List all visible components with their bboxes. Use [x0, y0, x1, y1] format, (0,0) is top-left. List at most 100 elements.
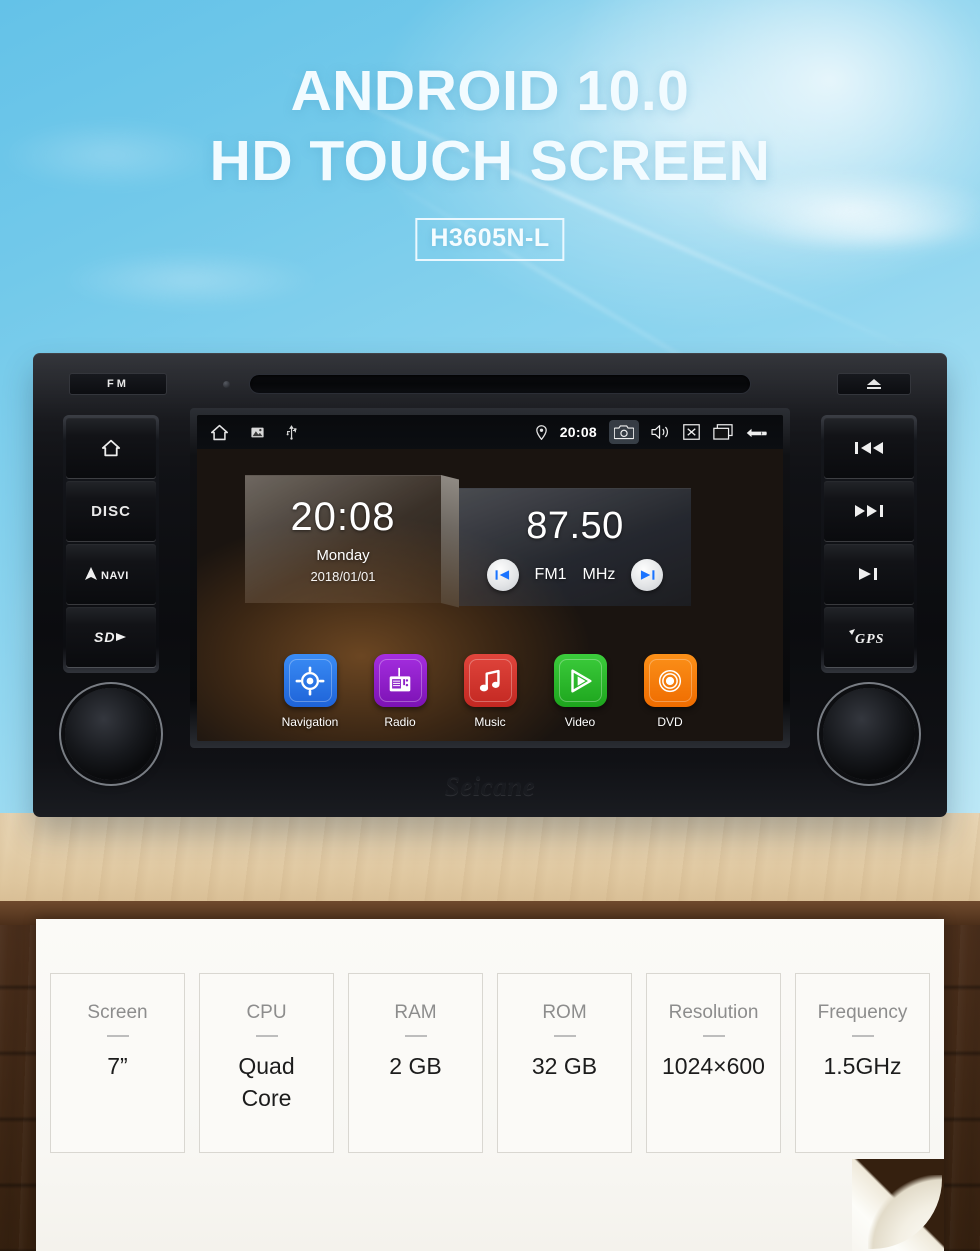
svg-text:NAVI: NAVI	[101, 570, 129, 582]
radio-next-button[interactable]	[631, 558, 664, 591]
spec-label: CPU	[246, 1002, 287, 1023]
navigation-app-icon[interactable]	[283, 654, 337, 707]
app-label: DVD	[657, 715, 683, 729]
radio-prev-button[interactable]	[486, 558, 519, 591]
music-app-icon[interactable]	[463, 654, 517, 707]
spec-card-resolution: Resolution 1024×600	[646, 973, 781, 1153]
screen-bezel: 20:08 20:08 Monday 2018/01/01 87.50 FM1 …	[190, 408, 790, 748]
brand-logo: Seicane	[444, 771, 536, 801]
spec-divider	[851, 1035, 874, 1037]
android-status-bar: 20:08	[197, 415, 783, 449]
home-icon	[101, 439, 121, 457]
spec-value: 7”	[107, 1053, 128, 1079]
spec-label: RAM	[394, 1002, 437, 1023]
clock-widget-side-face	[441, 475, 459, 608]
microphone-icon	[223, 381, 230, 388]
clock-date: 2018/01/01	[310, 569, 376, 584]
app-dvd[interactable]: DVD	[637, 654, 703, 729]
dvd-disc-icon	[658, 669, 682, 692]
app-radio[interactable]: Radio	[367, 654, 433, 729]
play-pause-button[interactable]	[824, 544, 914, 604]
spec-value: 2 GB	[389, 1053, 442, 1079]
spec-value: 32 GB	[531, 1053, 598, 1079]
close-icon[interactable]	[683, 424, 700, 440]
car-head-unit: FM DISC NAVI SD GPS 20:08 20:08 Monday 2…	[33, 353, 947, 817]
previous-track-button[interactable]	[824, 418, 914, 478]
app-label: Video	[564, 715, 596, 729]
spec-label: Resolution	[668, 1002, 759, 1023]
radio-widget[interactable]: 87.50 FM1 MHz	[459, 488, 691, 606]
android-screen[interactable]: 20:08 20:08 Monday 2018/01/01 87.50 FM1 …	[197, 415, 783, 741]
eject-button[interactable]	[837, 373, 911, 395]
svg-text:SD: SD	[94, 629, 115, 645]
hero-headline: ANDROID 10.0 HD TOUCH SCREEN	[0, 56, 980, 196]
music-note-icon	[479, 669, 500, 691]
spec-divider	[702, 1035, 725, 1037]
spec-divider	[255, 1035, 278, 1037]
play-pause-icon	[859, 568, 877, 580]
next-track-button[interactable]	[824, 481, 914, 541]
skip-next-icon	[640, 569, 655, 580]
location-pin-icon	[535, 424, 547, 440]
model-badge: H3605N-L	[415, 218, 565, 261]
home-hardware-button[interactable]	[66, 418, 156, 478]
spec-label: Screen	[87, 1002, 148, 1023]
spec-divider	[553, 1035, 576, 1037]
left-button-cluster: DISC NAVI SD	[63, 415, 159, 673]
spec-card-ram: RAM 2 GB	[348, 973, 483, 1153]
video-play-icon	[571, 668, 592, 693]
spec-divider	[404, 1035, 427, 1037]
video-app-icon[interactable]	[553, 654, 607, 707]
table-surface	[0, 813, 980, 901]
sd-hardware-button[interactable]: SD	[66, 607, 156, 667]
page-curl	[852, 1159, 944, 1251]
tune-knob[interactable]	[823, 688, 915, 780]
volume-icon[interactable]	[651, 424, 670, 440]
clock-widget[interactable]: 20:08 Monday 2018/01/01	[245, 475, 441, 603]
fm-button[interactable]: FM	[69, 373, 167, 395]
clock-weekday: Monday	[316, 547, 370, 564]
spec-card-frequency: Frequency 1.5GHz	[795, 973, 930, 1153]
app-dock: Navigation Radio Music Video DVD	[197, 654, 783, 729]
spec-label: Frequency	[817, 1002, 908, 1023]
image-icon[interactable]	[251, 427, 264, 438]
svg-text:GPS: GPS	[855, 632, 884, 646]
recent-apps-icon[interactable]	[713, 424, 733, 440]
page-curl-fold	[868, 1175, 942, 1249]
app-music[interactable]: Music	[457, 654, 523, 729]
skip-previous-icon	[495, 569, 510, 580]
app-video[interactable]: Video	[547, 654, 613, 729]
radio-band: FM1	[534, 565, 567, 583]
volume-knob[interactable]	[65, 688, 157, 780]
navigation-target-icon	[295, 666, 325, 695]
skip-previous-icon	[855, 442, 883, 454]
dvd-app-icon[interactable]	[643, 654, 697, 707]
radio-frequency: 87.50	[526, 504, 624, 547]
spec-card-list: Screen 7” CPU Quad Core RAM 2 GB ROM 32 G…	[50, 973, 930, 1153]
radio-app-icon[interactable]	[373, 654, 427, 707]
spec-value: 1.5GHz	[823, 1053, 902, 1079]
product-banner: ANDROID 10.0 HD TOUCH SCREEN H3605N-L Sc…	[0, 0, 980, 1251]
radio-icon	[389, 667, 411, 691]
spec-card-cpu: CPU Quad Core	[199, 973, 334, 1153]
hero-line-1: ANDROID 10.0	[290, 59, 690, 123]
disc-slot[interactable]	[249, 374, 751, 394]
app-label: Music	[474, 715, 506, 729]
app-label: Radio	[384, 715, 416, 729]
usb-icon[interactable]	[286, 424, 297, 440]
gps-hardware-button[interactable]: GPS	[824, 607, 914, 667]
clock-time: 20:08	[290, 495, 396, 539]
app-navigation[interactable]: Navigation	[277, 654, 343, 729]
hero-line-2: HD TOUCH SCREEN	[209, 129, 771, 193]
spec-card-screen: Screen 7”	[50, 973, 185, 1153]
home-icon[interactable]	[210, 424, 229, 441]
radio-unit: MHz	[582, 565, 616, 583]
disc-hardware-button[interactable]: DISC	[66, 481, 156, 541]
spec-card-rom: ROM 32 GB	[497, 973, 632, 1153]
eject-icon	[867, 379, 881, 389]
navi-hardware-button[interactable]: NAVI	[66, 544, 156, 604]
right-button-cluster: GPS	[821, 415, 917, 673]
gps-icon: GPS	[849, 629, 884, 646]
camera-icon[interactable]	[609, 420, 639, 444]
back-icon[interactable]	[746, 425, 770, 440]
